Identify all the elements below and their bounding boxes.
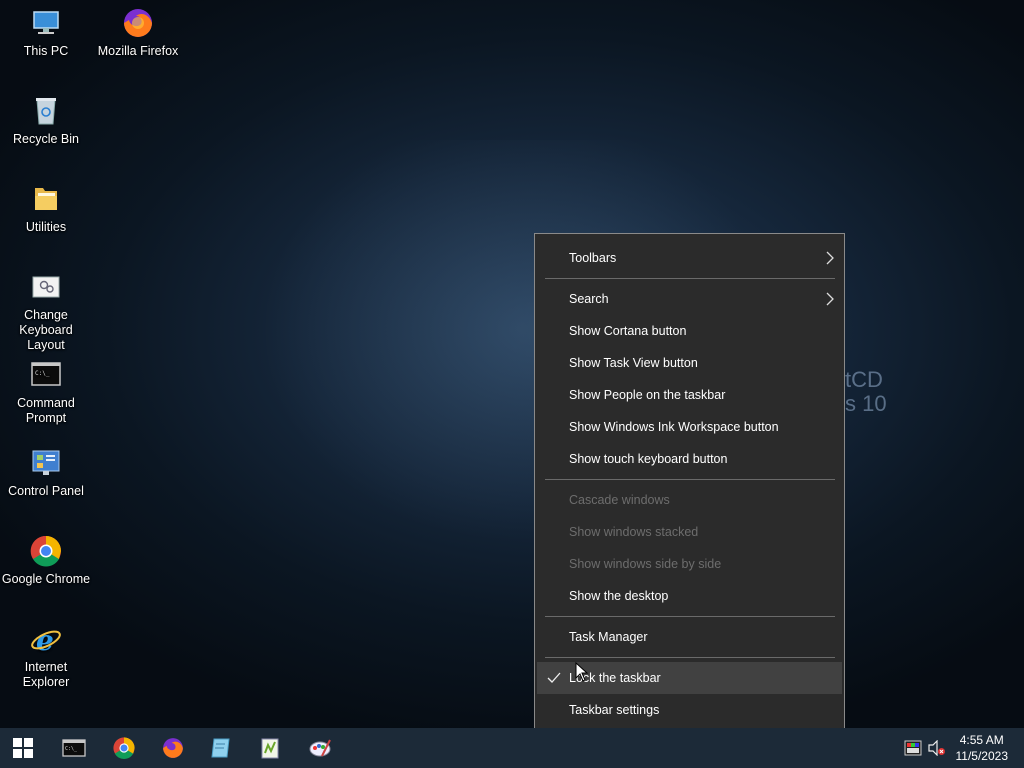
desktop-icon-utilities[interactable]: Utilities: [0, 182, 92, 235]
desktop-icon-label: Mozilla Firefox: [97, 44, 179, 58]
desktop-icon-label: Command Prompt: [17, 396, 75, 425]
command-prompt-icon: C:\_: [31, 362, 61, 386]
control-panel-icon: [32, 450, 60, 475]
svg-text:C:\_: C:\_: [65, 746, 78, 752]
desktop-icon-firefox[interactable]: Mozilla Firefox: [92, 6, 184, 59]
desktop-icon-this-pc[interactable]: This PC: [0, 6, 92, 59]
recycle-bin-icon: [36, 98, 56, 125]
desktop-icon-command-prompt[interactable]: C:\_ Command Prompt: [0, 358, 92, 426]
menu-item-label: Show touch keyboard button: [569, 452, 728, 466]
menu-item-show-people[interactable]: Show People on the taskbar: [535, 379, 844, 411]
taskbar-app-firefox[interactable]: [150, 728, 196, 768]
chevron-right-icon: [826, 292, 834, 306]
chevron-right-icon: [826, 251, 834, 265]
keyboard-layout-icon: [32, 276, 60, 298]
menu-item-label: Show windows stacked: [569, 525, 699, 539]
desktop-icon-label: Change Keyboard Layout: [19, 308, 73, 352]
menu-item-taskbar-settings[interactable]: Taskbar settings: [535, 694, 844, 726]
start-button[interactable]: [0, 728, 46, 768]
menu-item-show-cortana-button[interactable]: Show Cortana button: [535, 315, 844, 347]
desktop-icon-google-chrome[interactable]: Google Chrome: [0, 534, 92, 587]
svg-text:e: e: [36, 624, 54, 656]
system-clock[interactable]: 4:55 AM 11/5/2023: [956, 732, 1009, 764]
menu-item-show-touch-keyboard[interactable]: Show touch keyboard button: [535, 443, 844, 475]
command-prompt-icon: C:\_: [62, 739, 86, 757]
menu-item-label: Show the desktop: [569, 589, 669, 603]
folder-icon: [35, 188, 57, 210]
taskbar-app-notepad[interactable]: [198, 728, 244, 768]
desktop-icon-label: This PC: [23, 44, 69, 58]
menu-item-toolbars[interactable]: Toolbars: [535, 242, 844, 274]
menu-item-label: Show Task View button: [569, 356, 698, 370]
desktop-icon-control-panel[interactable]: Control Panel: [0, 446, 92, 499]
menu-separator: [545, 657, 835, 658]
menu-item-show-windows-side-by-side: Show windows side by side: [535, 548, 844, 580]
watermark-line-2: s 10: [845, 391, 887, 416]
menu-separator: [545, 278, 835, 279]
menu-item-label: Toolbars: [569, 251, 617, 265]
menu-separator: [545, 479, 835, 480]
desktop-icon-label: Control Panel: [8, 484, 84, 498]
paint-icon: [309, 739, 331, 757]
menu-item-show-task-view-button[interactable]: Show Task View button: [535, 347, 844, 379]
svg-text:C:\_: C:\_: [35, 370, 50, 377]
notepad-icon: [211, 738, 230, 758]
firefox-icon: [124, 9, 152, 37]
desktop-icon-internet-explorer[interactable]: e Internet Explorer: [0, 622, 92, 690]
menu-item-label: Task Manager: [569, 630, 648, 644]
menu-item-search[interactable]: Search: [535, 283, 844, 315]
desktop-icon-label: Google Chrome: [1, 572, 91, 586]
menu-item-show-windows-ink[interactable]: Show Windows Ink Workspace button: [535, 411, 844, 443]
firefox-icon: [163, 738, 183, 758]
menu-item-label: Cascade windows: [569, 493, 670, 507]
taskbar-app-notepad-plus[interactable]: [247, 728, 293, 768]
mouse-cursor-icon: [575, 662, 589, 682]
desktop-icon-label: Internet Explorer: [22, 660, 70, 689]
taskbar-app-paint[interactable]: [297, 728, 343, 768]
taskbar-app-chrome[interactable]: [101, 728, 147, 768]
menu-item-cascade-windows: Cascade windows: [535, 484, 844, 516]
internet-explorer-icon: e: [31, 624, 61, 656]
desktop-icon-label: Recycle Bin: [13, 132, 79, 146]
chrome-icon: [30, 535, 61, 567]
desktop-icon-label: Utilities: [25, 220, 67, 234]
start-icon: [13, 738, 33, 758]
desktop-icon-recycle-bin[interactable]: Recycle Bin: [0, 94, 92, 147]
menu-separator: [545, 616, 835, 617]
taskbar-context-menu: Toolbars Search Show Cortana button Show…: [534, 233, 845, 733]
taskbar: C:\_ 4:55 AM 11/5/2023: [0, 728, 1024, 768]
menu-item-show-the-desktop[interactable]: Show the desktop: [535, 580, 844, 612]
menu-item-label: Taskbar settings: [569, 703, 660, 717]
menu-item-label: Show People on the taskbar: [569, 388, 726, 402]
menu-item-label: Show Cortana button: [569, 324, 687, 338]
checkmark-icon: [547, 672, 561, 683]
menu-item-label: Search: [569, 292, 609, 306]
wallpaper-watermark: tCD s 10: [845, 368, 887, 416]
color-picker-icon[interactable]: [904, 740, 922, 756]
menu-item-show-windows-stacked: Show windows stacked: [535, 516, 844, 548]
chrome-icon: [113, 737, 135, 759]
desktop-icon-change-keyboard-layout[interactable]: Change Keyboard Layout: [0, 270, 92, 353]
menu-item-task-manager[interactable]: Task Manager: [535, 621, 844, 653]
notepad-plus-icon: [261, 738, 279, 759]
volume-muted-icon[interactable]: [928, 740, 946, 756]
taskbar-app-command-prompt[interactable]: C:\_: [51, 728, 97, 768]
menu-item-label: Show windows side by side: [569, 557, 722, 571]
clock-date: 11/5/2023: [955, 749, 1009, 763]
clock-time: 4:55 AM: [959, 733, 1004, 747]
menu-item-label: Show Windows Ink Workspace button: [569, 420, 779, 434]
watermark-line-1: tCD: [845, 367, 883, 392]
this-pc-icon: [33, 11, 59, 34]
